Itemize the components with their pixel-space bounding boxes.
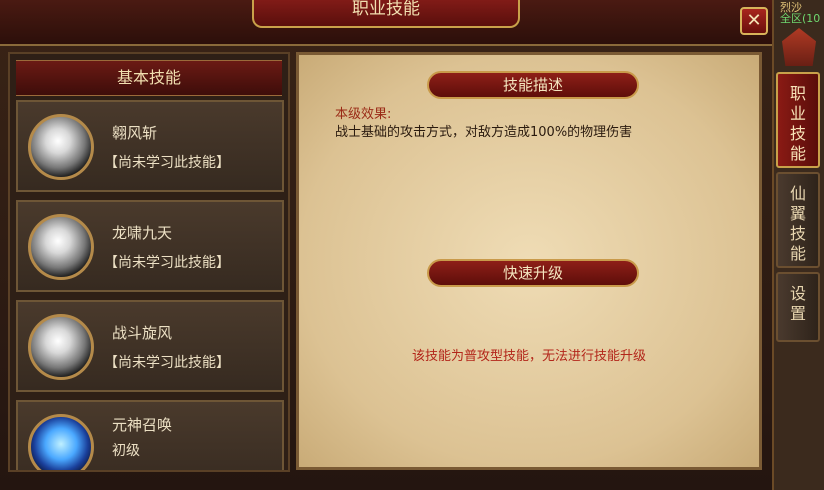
- skill-card-3[interactable]: 战斗旋风 【尚未学习此技能】: [16, 300, 284, 392]
- skill-name: 战斗旋风: [112, 324, 173, 342]
- skill-name: 元神召唤: [112, 416, 173, 434]
- skill-card-2[interactable]: 龙啸九天 【尚未学习此技能】: [16, 200, 284, 292]
- window-title: 职业技能: [252, 0, 520, 28]
- effect-label: 本级效果:: [335, 107, 392, 122]
- close-button[interactable]: ✕: [740, 7, 768, 35]
- skill-status: 【尚未学习此技能】: [104, 355, 230, 371]
- skill-list-header: 基本技能: [16, 60, 282, 96]
- effect-text: 战士基础的攻击方式，对敌方造成100%的物理伤害: [335, 125, 633, 140]
- upgrade-header: 快速升级: [427, 259, 639, 287]
- skill-name: 龙啸九天: [112, 224, 173, 242]
- skill-card-1[interactable]: 翱风斩 【尚未学习此技能】: [16, 100, 284, 192]
- zone-subtitle: 全区(10: [780, 12, 821, 25]
- skill-status: 【尚未学习此技能】: [104, 255, 230, 271]
- tab-class-skills[interactable]: 职 业 技 能: [776, 72, 820, 168]
- spirit-summon-icon: [28, 414, 94, 470]
- tab-settings[interactable]: 设 置: [776, 272, 820, 342]
- skill-level: 初级: [112, 443, 140, 459]
- description-header: 技能描述: [427, 71, 639, 99]
- skill-window: 职业技能 ✕ 基本技能 翱风斩 【尚未学习此技能】 龙啸九天 【尚未学习此技能】…: [0, 0, 774, 490]
- skill-detail-panel: 技能描述 本级效果: 战士基础的攻击方式，对敌方造成100%的物理伤害 快速升级…: [296, 52, 762, 470]
- upgrade-message: 该技能为普攻型技能，无法进行技能升级: [411, 349, 646, 364]
- dragon-roar-icon: [28, 214, 94, 280]
- whirlwind-icon: [28, 314, 94, 380]
- skill-status: 【尚未学习此技能】: [104, 155, 230, 171]
- skill-list-panel: 基本技能 翱风斩 【尚未学习此技能】 龙啸九天 【尚未学习此技能】 战斗旋风 【…: [8, 52, 290, 472]
- skill-name: 翱风斩: [112, 124, 158, 142]
- wind-slash-icon: [28, 114, 94, 180]
- tab-wing-skills[interactable]: 仙 翼 技 能: [776, 172, 820, 268]
- skill-card-4[interactable]: 元神召唤 初级: [16, 400, 284, 470]
- title-bar: 职业技能 ✕: [0, 0, 772, 46]
